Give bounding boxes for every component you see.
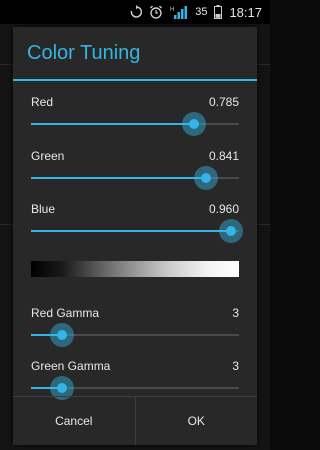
signal-icon: H bbox=[170, 5, 188, 19]
slider-track-red[interactable] bbox=[31, 112, 239, 136]
slider-label: Blue bbox=[31, 202, 56, 216]
thumb-dot bbox=[189, 119, 200, 129]
cancel-button[interactable]: Cancel bbox=[13, 397, 135, 445]
slider-thumb-green[interactable] bbox=[193, 166, 218, 190]
slider-value: 3 bbox=[232, 359, 239, 373]
slider-value: 3 bbox=[232, 306, 239, 320]
alarm-icon bbox=[149, 5, 163, 19]
dialog-button-bar: Cancel OK bbox=[13, 396, 257, 445]
slider-track-red-gamma[interactable] bbox=[31, 323, 239, 347]
slider-value: 0.960 bbox=[208, 202, 239, 216]
title-divider bbox=[13, 79, 257, 81]
slider-track-blue[interactable] bbox=[31, 219, 243, 243]
slider-track-green[interactable] bbox=[31, 166, 239, 190]
sync-icon bbox=[130, 5, 143, 19]
slider-track-green-gamma[interactable] bbox=[31, 376, 239, 400]
svg-text:H: H bbox=[170, 7, 174, 13]
thumb-dot bbox=[57, 383, 68, 393]
dialog-title: Color Tuning bbox=[27, 41, 141, 64]
slider-value: 0.785 bbox=[208, 95, 239, 109]
battery-level-text: 35 bbox=[195, 6, 208, 18]
slider-thumb-red[interactable] bbox=[182, 112, 207, 136]
slider-label: Green bbox=[31, 149, 65, 163]
color-tuning-dialog: Color Tuning Red 0.785 Green 0.841 Blue … bbox=[13, 27, 257, 445]
slider-label: Red bbox=[31, 95, 54, 109]
thumb-dot bbox=[200, 173, 211, 183]
color-preview-gradient bbox=[31, 261, 239, 277]
slider-label: Red Gamma bbox=[31, 306, 100, 320]
ok-button[interactable]: OK bbox=[136, 397, 258, 445]
slider-fill bbox=[31, 123, 195, 125]
slider-label: Green Gamma bbox=[31, 359, 111, 373]
slider-value: 0.841 bbox=[208, 149, 239, 163]
slider-fill bbox=[31, 177, 206, 179]
slider-fill bbox=[31, 230, 231, 232]
thumb-dot bbox=[225, 226, 236, 236]
status-bar: H 35 18:17 bbox=[0, 0, 270, 24]
slider-thumb-red-gamma[interactable] bbox=[50, 323, 75, 347]
slider-thumb-blue[interactable] bbox=[218, 219, 243, 243]
thumb-dot bbox=[57, 330, 68, 340]
clock-time: 18:17 bbox=[229, 4, 262, 20]
battery-icon bbox=[214, 5, 223, 19]
